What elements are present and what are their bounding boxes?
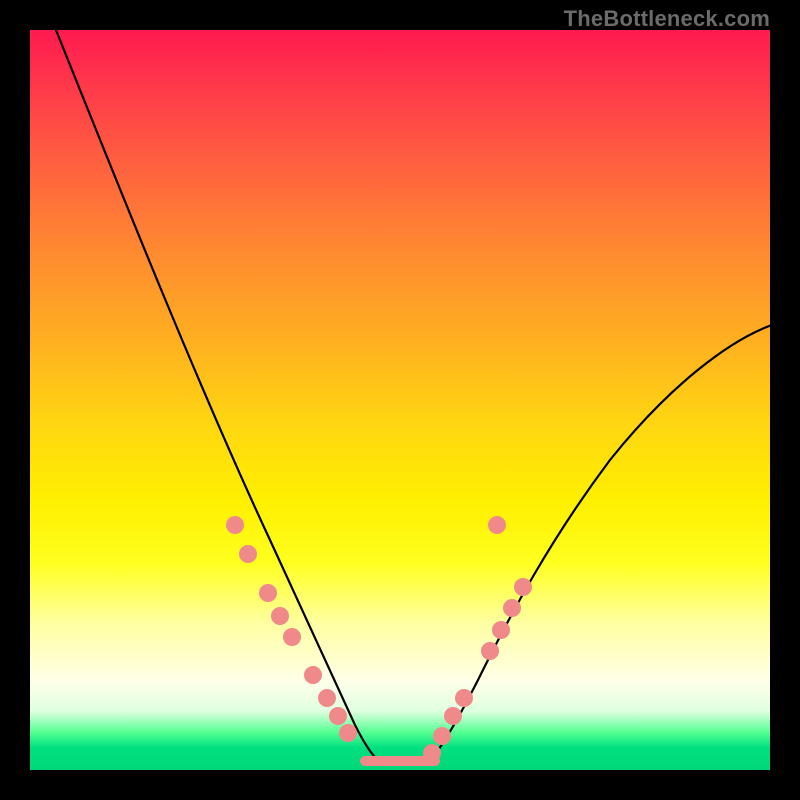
marker bbox=[444, 707, 462, 725]
marker bbox=[481, 642, 499, 660]
marker bbox=[492, 621, 510, 639]
chart-plot-area bbox=[30, 30, 770, 770]
marker bbox=[226, 516, 244, 534]
watermark-text: TheBottleneck.com bbox=[564, 6, 770, 32]
marker bbox=[423, 744, 441, 762]
left-curve bbox=[52, 30, 378, 760]
marker bbox=[239, 545, 257, 563]
chart-svg bbox=[30, 30, 770, 770]
marker bbox=[283, 628, 301, 646]
right-curve bbox=[430, 325, 770, 760]
marker bbox=[503, 599, 521, 617]
marker bbox=[488, 516, 506, 534]
marker bbox=[318, 689, 336, 707]
marker bbox=[433, 727, 451, 745]
marker bbox=[455, 689, 473, 707]
marker bbox=[259, 584, 277, 602]
marker bbox=[339, 724, 357, 742]
marker bbox=[514, 578, 532, 596]
marker bbox=[271, 607, 289, 625]
marker bbox=[329, 707, 347, 725]
marker bbox=[304, 666, 322, 684]
